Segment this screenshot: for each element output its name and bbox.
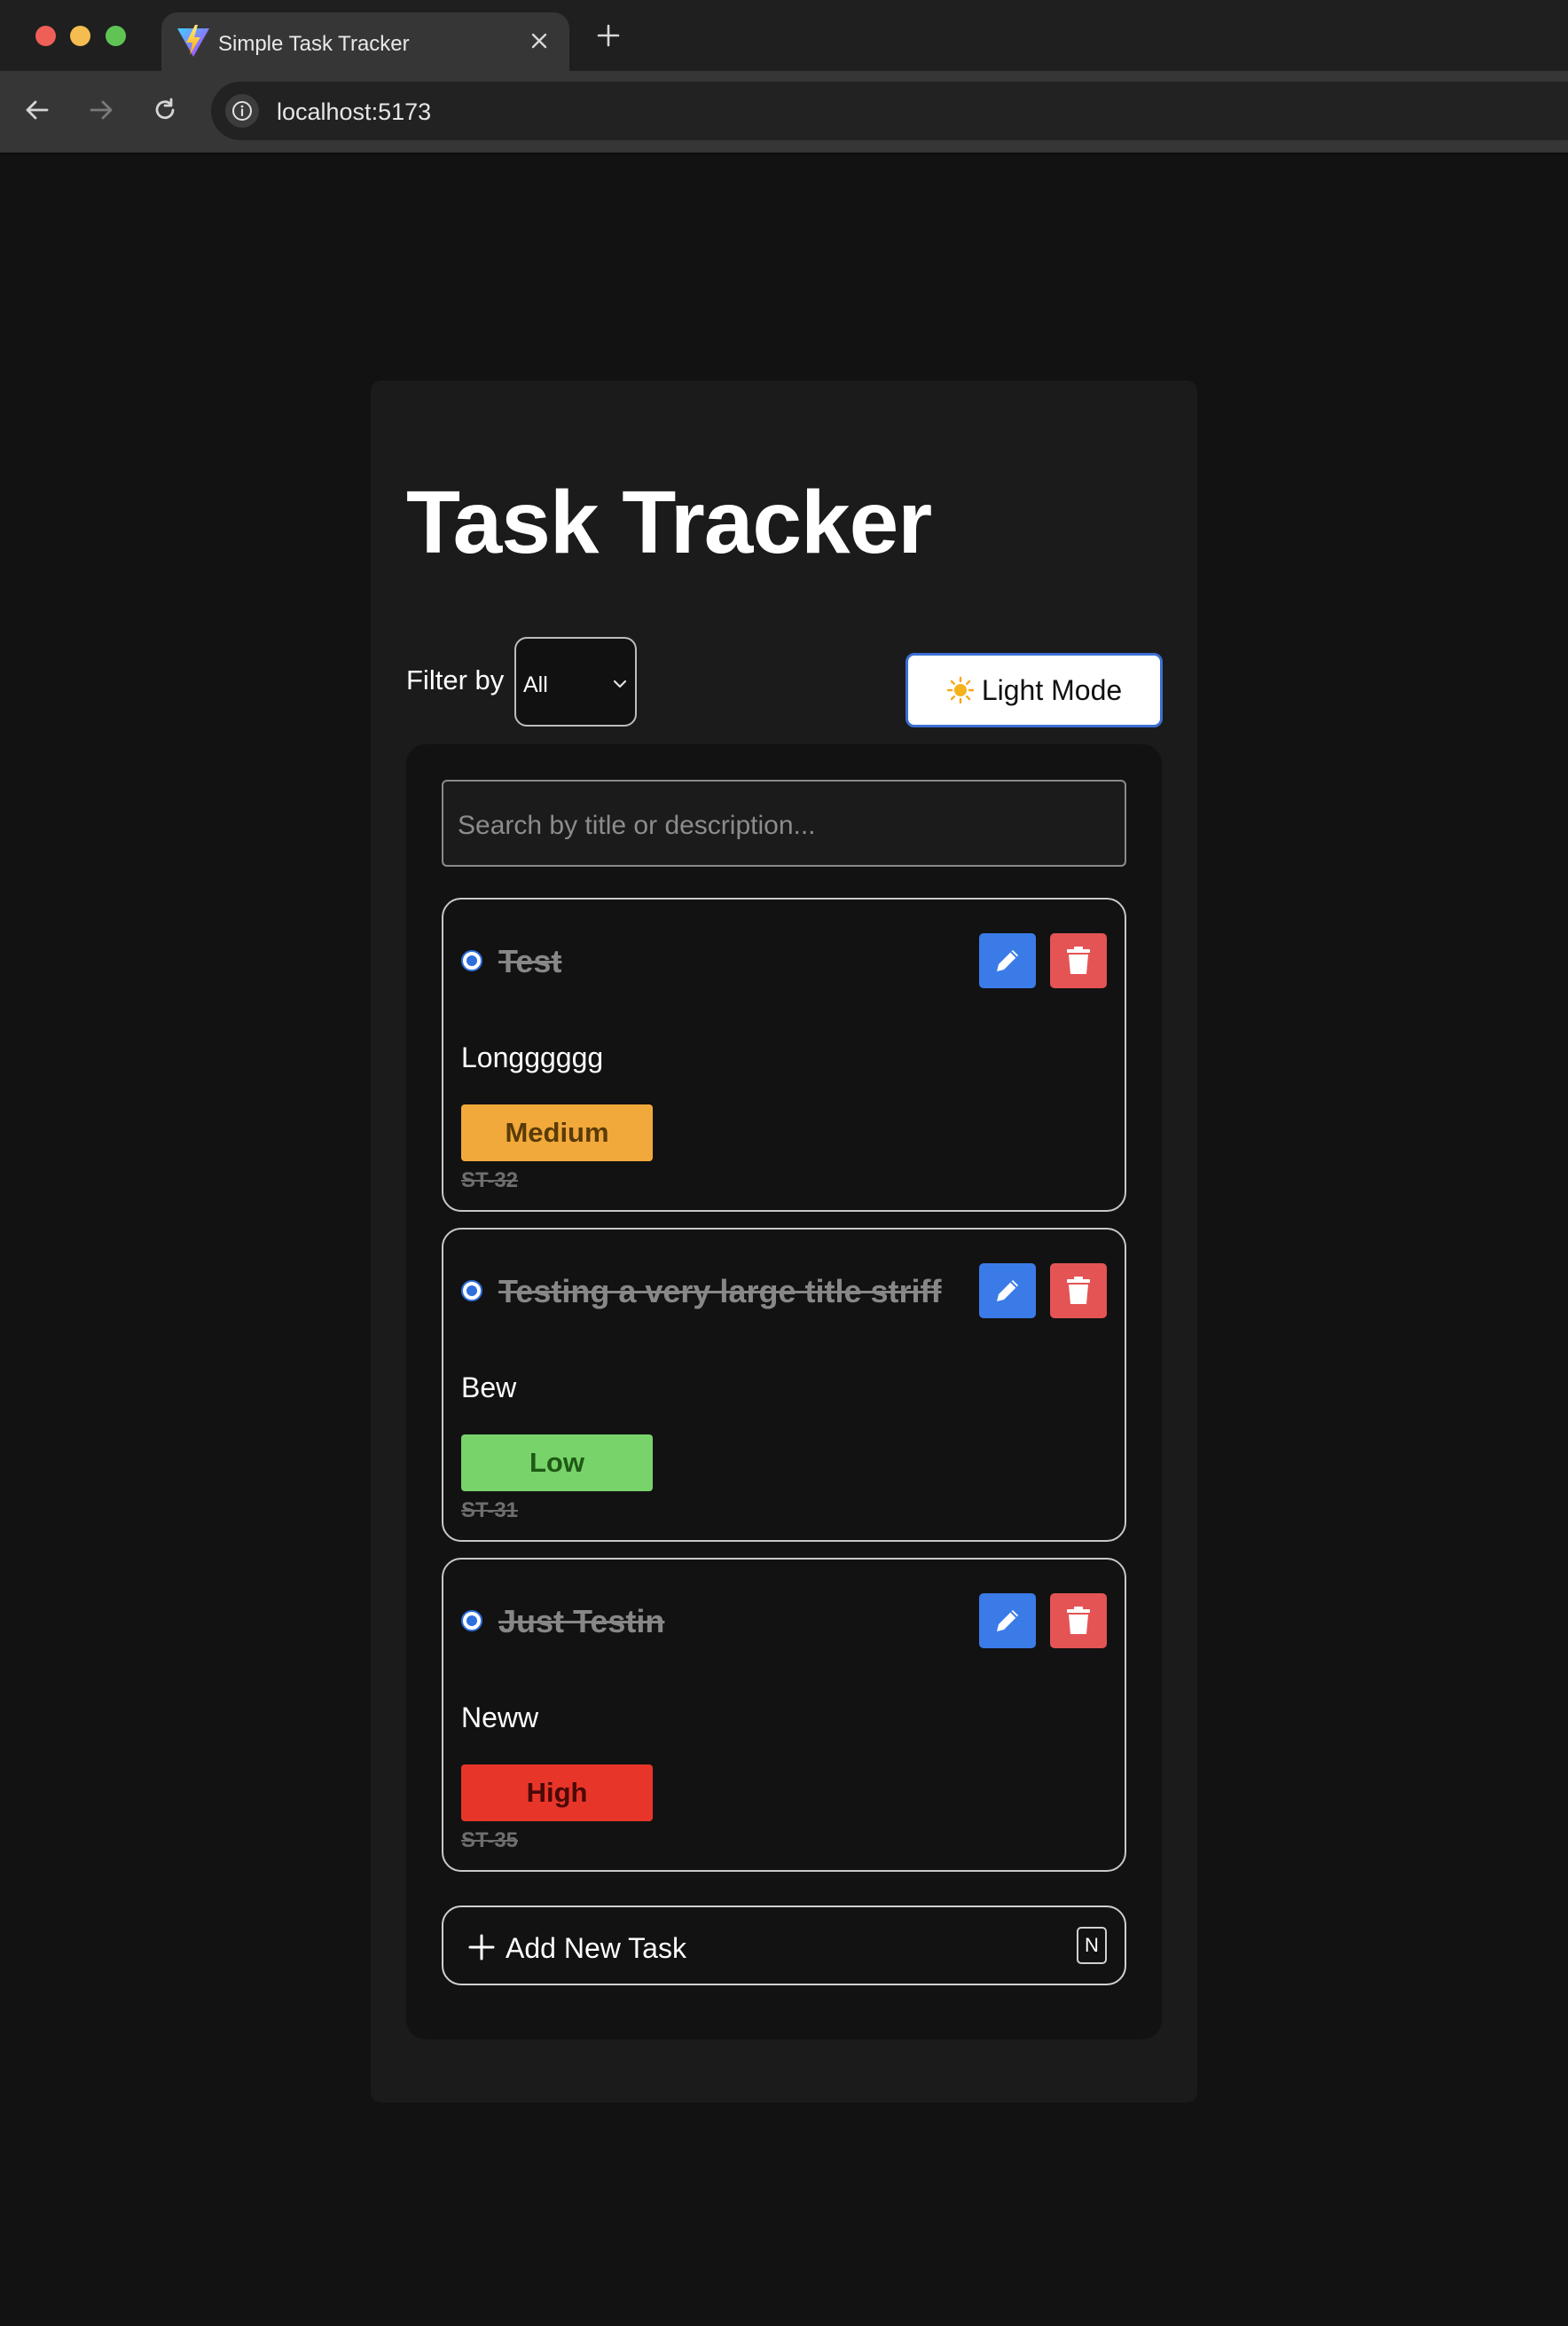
task-complete-radio[interactable] [461,950,482,971]
trash-icon [1067,1277,1090,1304]
task-id: ST-32 [461,1168,519,1192]
back-arrow-icon[interactable] [18,90,57,130]
reload-icon[interactable] [145,90,184,130]
keyboard-shortcut-badge: N [1077,1927,1107,1964]
window-minimize-button[interactable] [70,26,90,46]
task-description: Bew [461,1371,517,1403]
trash-icon [1067,1607,1090,1634]
delete-task-button[interactable] [1050,1593,1107,1648]
task-complete-radio[interactable] [461,1280,482,1301]
sun-icon [946,676,975,704]
theme-toggle-button[interactable]: Light Mode [906,653,1163,727]
add-task-button[interactable]: Add New Task N [442,1906,1126,1985]
task-id: ST-35 [461,1828,519,1852]
search-input[interactable]: Search by title or description... [442,780,1126,867]
browser-tab[interactable]: Simple Task Tracker [161,12,569,71]
forward-arrow-icon[interactable] [82,90,121,130]
vite-logo-icon [177,25,209,57]
priority-badge: Medium [461,1104,653,1161]
task-card: Test Longggggg Medium ST-32 [442,898,1126,1212]
edit-task-button[interactable] [979,1263,1036,1318]
edit-task-button[interactable] [979,1593,1036,1648]
chevron-down-icon [613,680,627,688]
pencil-icon [997,950,1018,971]
task-list-panel: Search by title or description... Test L… [406,744,1162,2039]
task-complete-radio[interactable] [461,1610,482,1631]
delete-task-button[interactable] [1050,1263,1107,1318]
tab-title: Simple Task Tracker [218,32,410,56]
search-placeholder: Search by title or description... [458,811,816,840]
filter-label: Filter by [406,664,505,695]
site-info-icon[interactable] [225,94,259,128]
browser-toolbar: localhost:5173 [0,71,1568,154]
theme-toggle-label: Light Mode [981,673,1123,706]
plus-icon [468,1934,495,1961]
priority-badge: Low [461,1434,653,1491]
url-text: localhost:5173 [277,98,432,125]
task-title: Test [498,943,562,979]
add-task-label: Add New Task [506,1932,686,1964]
task-description: Neww [461,1701,539,1733]
app-container: Task Tracker Filter by All Light Mode Se… [371,381,1197,2102]
task-title: Just Testin [498,1603,665,1639]
edit-task-button[interactable] [979,933,1036,988]
filter-select[interactable]: All [514,637,637,727]
window-maximize-button[interactable] [106,26,126,46]
priority-badge: High [461,1764,653,1821]
trash-icon [1067,947,1090,974]
tab-close-icon[interactable] [523,25,555,57]
page-title: Task Tracker [406,473,932,572]
pencil-icon [997,1610,1018,1631]
task-card: Testing a very large title striff Bew Lo… [442,1228,1126,1542]
task-id: ST-31 [461,1498,519,1522]
address-bar[interactable]: localhost:5173 [211,82,1568,140]
toolbar-divider [0,153,1568,154]
task-description: Longggggg [461,1041,604,1073]
browser-tab-strip: Simple Task Tracker [0,0,1568,71]
new-tab-icon[interactable] [592,20,624,51]
window-close-button[interactable] [35,26,56,46]
task-card: Just Testin Neww High ST-35 [442,1558,1126,1872]
task-title: Testing a very large title striff [498,1273,942,1309]
delete-task-button[interactable] [1050,933,1107,988]
filter-selected-value: All [523,672,548,697]
pencil-icon [997,1280,1018,1301]
